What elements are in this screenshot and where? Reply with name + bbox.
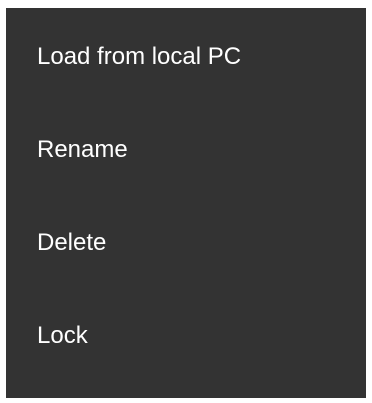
- menu-item-label: Delete: [37, 228, 107, 256]
- menu-item-rename[interactable]: Rename: [6, 103, 366, 196]
- menu-item-load-from-local-pc[interactable]: Load from local PC: [6, 10, 366, 103]
- menu-item-lock[interactable]: Lock: [6, 289, 366, 382]
- menu-item-label: Rename: [37, 135, 128, 163]
- menu-item-label: Lock: [37, 321, 88, 349]
- menu-item-delete[interactable]: Delete: [6, 196, 366, 289]
- context-menu: Load from local PC Rename Delete Lock: [6, 8, 366, 398]
- menu-item-label: Load from local PC: [37, 42, 242, 70]
